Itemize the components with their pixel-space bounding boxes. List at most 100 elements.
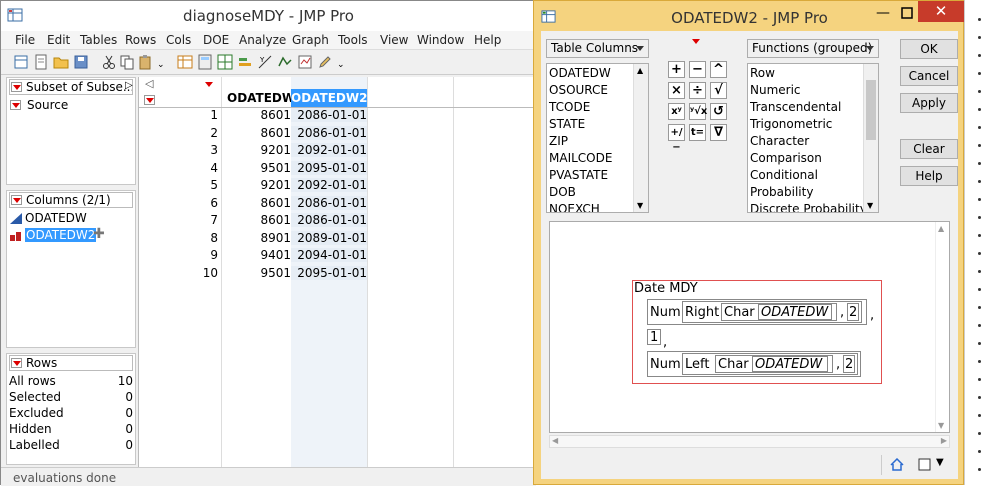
table-row[interactable]: 1 8601 2086-01-01	[139, 108, 537, 125]
scroll-down-icon[interactable]: ▼	[938, 421, 944, 430]
table-columns-combo[interactable]: Table Columns	[546, 39, 649, 58]
red-triangle-menu-icon[interactable]	[11, 82, 22, 92]
graph-builder-icon[interactable]	[237, 54, 253, 70]
exponent-operator-button[interactable]: xʸ	[668, 103, 685, 120]
column-item-odatedw2[interactable]: ODATEDW2 ✚	[9, 226, 133, 244]
column-reference[interactable]: ODATEDW	[758, 304, 832, 320]
function-char[interactable]: Char	[724, 305, 755, 320]
source-item[interactable]: Source	[9, 98, 133, 114]
column-header-odatedw[interactable]: ODATEDW	[227, 91, 295, 105]
menu-rows[interactable]: Rows	[125, 33, 156, 47]
columns-panel-header[interactable]: Columns (2/1)	[9, 192, 133, 208]
cut-icon[interactable]	[101, 54, 117, 70]
expand-right-icon[interactable]: ▷	[125, 80, 133, 91]
edit-pencil-icon[interactable]	[317, 54, 333, 70]
list-item[interactable]: Comparison	[750, 151, 822, 165]
menu-tools[interactable]: Tools	[338, 33, 368, 47]
list-item[interactable]: DOB	[549, 185, 576, 199]
menu-window[interactable]: Window	[417, 33, 464, 47]
table-red-triangle-icon[interactable]	[205, 82, 213, 87]
cell-odatedw2[interactable]: 2086-01-01	[291, 125, 367, 140]
close-icon[interactable]: ✕	[918, 1, 964, 22]
table-row[interactable]: 8 8901 2089-01-01	[139, 230, 537, 248]
cell-odatedw[interactable]: 8601	[223, 108, 291, 122]
cell-odatedw2[interactable]: 2086-01-01	[291, 195, 367, 210]
literal[interactable]: 2	[843, 355, 855, 373]
cell-odatedw[interactable]: 8901	[223, 231, 291, 245]
function-left[interactable]: Left	[685, 357, 709, 372]
table-row[interactable]: 6 8601 2086-01-01	[139, 195, 537, 213]
scroll-right-icon[interactable]: ▶	[941, 436, 947, 445]
new-table-icon[interactable]	[13, 54, 29, 70]
scroll-down-icon[interactable]: ▼	[867, 201, 873, 210]
cell-odatedw2[interactable]: 2092-01-01	[291, 143, 367, 157]
list-item[interactable]: ZIP	[549, 134, 568, 148]
arg-year[interactable]: Num Left Char ODATEDW , 2	[647, 351, 861, 377]
table-row[interactable]: 3 9201 2092-01-01	[139, 143, 537, 160]
menu-file[interactable]: File	[15, 33, 35, 47]
save-icon[interactable]	[73, 54, 89, 70]
list-item[interactable]: PVASTATE	[549, 168, 608, 182]
arg-char[interactable]: Char ODATEDW	[715, 355, 833, 373]
table-row[interactable]: 10 9501 2095-01-01	[139, 265, 537, 283]
cell-odatedw2[interactable]: 2086-01-01	[291, 108, 367, 122]
apply-button[interactable]: Apply	[900, 93, 958, 113]
function-num[interactable]: Num	[650, 357, 681, 372]
function-date-mdy[interactable]: Date MDY	[634, 281, 698, 296]
list-item[interactable]: Conditional	[750, 168, 818, 182]
cell-odatedw[interactable]: 9501	[223, 266, 291, 280]
ok-button[interactable]: OK	[900, 39, 958, 59]
formula-expression[interactable]: Date MDY Num Right Char ODATEDW , 2 , 1 …	[632, 280, 882, 384]
help-button[interactable]: Help	[900, 166, 958, 186]
corner-select-icon[interactable]: ◁	[145, 77, 153, 90]
swap-operator-button[interactable]: ↺	[710, 103, 727, 120]
list-item[interactable]: Numeric	[750, 83, 801, 97]
column-reference[interactable]: ODATEDW	[752, 356, 828, 372]
menu-view[interactable]: View	[380, 33, 408, 47]
literal-value[interactable]: 1	[650, 330, 658, 345]
table-row[interactable]: 2 8601 2086-01-01	[139, 125, 537, 143]
column-header-odatedw2[interactable]: ODATEDW2	[291, 89, 367, 107]
assign-operator-button[interactable]: t=	[689, 124, 706, 141]
copy-icon[interactable]	[119, 54, 135, 70]
control-chart-icon[interactable]	[297, 54, 313, 70]
window-list-icon[interactable]	[918, 458, 931, 471]
clear-button[interactable]: Clear	[900, 139, 958, 159]
tables-panel-header[interactable]: Subset of Subse...	[9, 79, 133, 95]
list-item[interactable]: OSOURCE	[549, 83, 608, 97]
table-row[interactable]: 7 8601 2086-01-01	[139, 213, 537, 230]
menu-edit[interactable]: Edit	[47, 33, 70, 47]
list-item[interactable]: Discrete Probability	[750, 202, 867, 212]
scroll-up-icon[interactable]: ▲	[938, 224, 944, 233]
list-item[interactable]: TCODE	[549, 100, 590, 114]
arg-left[interactable]: Left Char ODATEDW , 2	[682, 353, 858, 375]
vertical-scrollbar[interactable]: ▲ ▼	[935, 222, 949, 432]
distribution-icon[interactable]	[277, 54, 293, 70]
menu-doe[interactable]: DOE	[203, 33, 229, 47]
scroll-down-icon[interactable]: ▼	[637, 201, 643, 210]
cell-odatedw2[interactable]: 2089-01-01	[291, 230, 367, 245]
maximize-icon[interactable]	[901, 7, 913, 19]
literal-value[interactable]: 2	[845, 357, 853, 372]
menu-cols[interactable]: Cols	[166, 33, 191, 47]
functions-combo[interactable]: Functions (grouped)	[747, 39, 879, 58]
cell-odatedw[interactable]: 9201	[223, 178, 291, 192]
arg-right[interactable]: Right Char ODATEDW , 2	[682, 301, 862, 323]
scrollbar[interactable]: ▼	[863, 64, 878, 212]
table-row[interactable]: 4 9501 2095-01-01	[139, 160, 537, 178]
menu-graph[interactable]: Graph	[292, 33, 329, 47]
list-item[interactable]: STATE	[549, 117, 585, 131]
scroll-left-icon[interactable]: ◀	[552, 436, 558, 445]
red-triangle-menu-icon[interactable]	[10, 100, 21, 110]
function-right[interactable]: Right	[685, 305, 719, 320]
list-item[interactable]: Transcendental	[750, 100, 841, 114]
formula-editor[interactable]: ▲ ▼ Date MDY Num Right Char ODATEDW , 2 …	[549, 221, 950, 433]
fit-y-by-x-icon[interactable]: Y	[257, 54, 273, 70]
cell-odatedw2[interactable]: 2095-01-01	[291, 160, 367, 175]
formula-red-triangle-icon[interactable]	[692, 39, 700, 44]
subtract-operator-button[interactable]: −	[689, 61, 706, 78]
cancel-button[interactable]: Cancel	[900, 66, 958, 86]
scroll-thumb[interactable]	[866, 80, 876, 140]
column-item-odatedw[interactable]: ODATEDW	[9, 211, 133, 227]
list-item[interactable]: MAILCODE	[549, 151, 612, 165]
